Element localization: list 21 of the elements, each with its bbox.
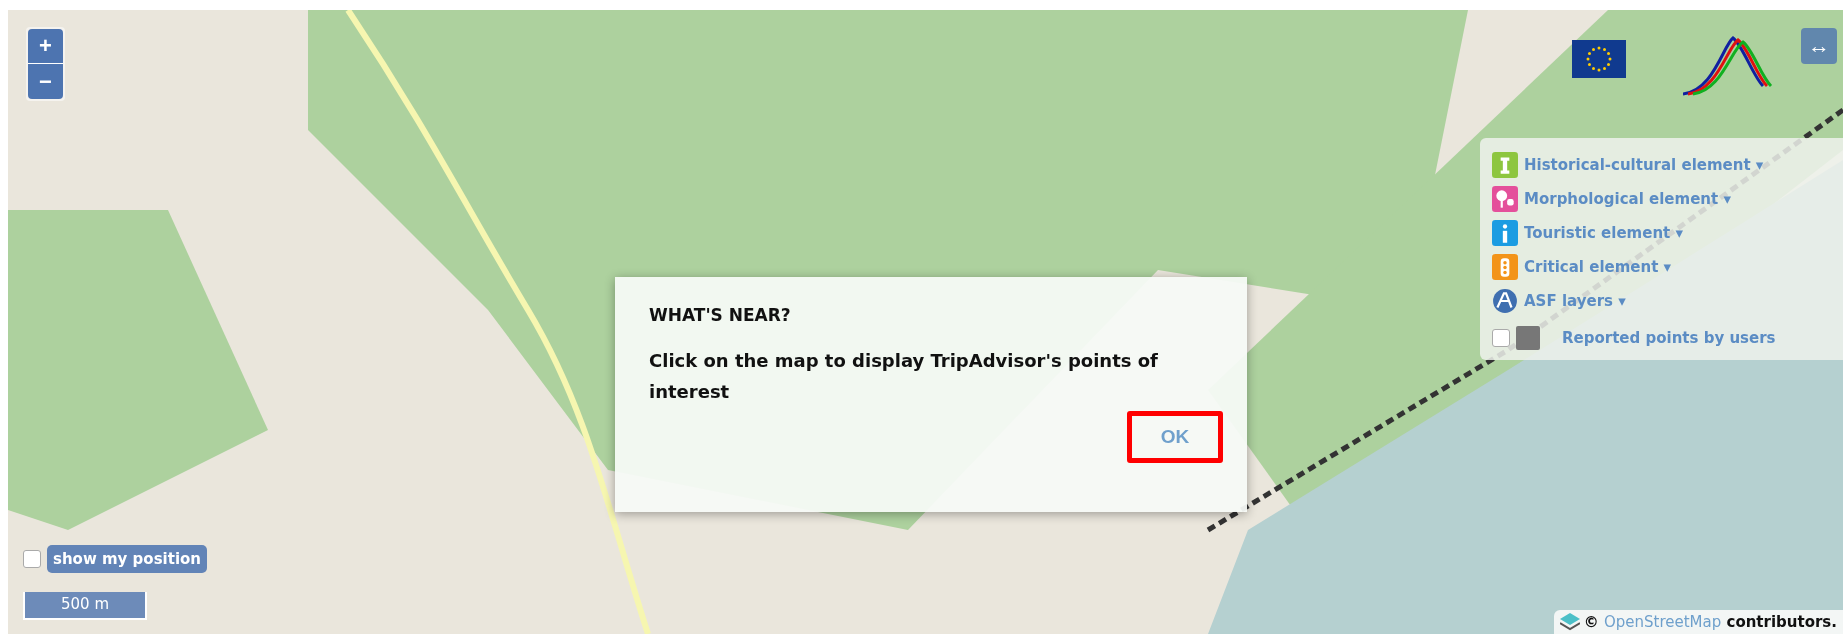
layer-link[interactable]: ASF layers ▾ bbox=[1524, 292, 1626, 310]
layers-icon bbox=[1559, 613, 1580, 631]
scale-bar: 500 m bbox=[23, 592, 147, 620]
square-icon bbox=[1516, 326, 1540, 350]
zoom-button[interactable]: − bbox=[28, 64, 63, 99]
layer-link[interactable]: Critical element ▾ bbox=[1524, 258, 1672, 276]
layer-link[interactable]: Touristic element ▾ bbox=[1524, 224, 1683, 242]
attribution-text: © OpenStreetMap contributors. bbox=[1583, 613, 1837, 631]
flag-logo-icon bbox=[1572, 40, 1626, 78]
position-label[interactable]: show my position bbox=[47, 545, 208, 573]
checkbox[interactable] bbox=[1492, 329, 1510, 347]
layer-link[interactable]: Reported points by users bbox=[1562, 329, 1776, 347]
osm-link[interactable]: OpenStreetMap bbox=[1603, 613, 1722, 631]
expand-button[interactable]: ↔ bbox=[1801, 28, 1837, 64]
layer-link[interactable]: Morphological element ▾ bbox=[1524, 190, 1731, 208]
checkbox[interactable] bbox=[23, 550, 41, 568]
zoom-button[interactable]: + bbox=[28, 29, 63, 64]
dialog-title: WHAT'S NEAR? bbox=[649, 305, 792, 325]
layer-link[interactable]: Historical-cultural element ▾ bbox=[1524, 156, 1764, 174]
dialog-message: Click on the map to display TripAdvisor's points of interest bbox=[649, 349, 1159, 404]
ok-button[interactable]: OK bbox=[1127, 411, 1223, 463]
